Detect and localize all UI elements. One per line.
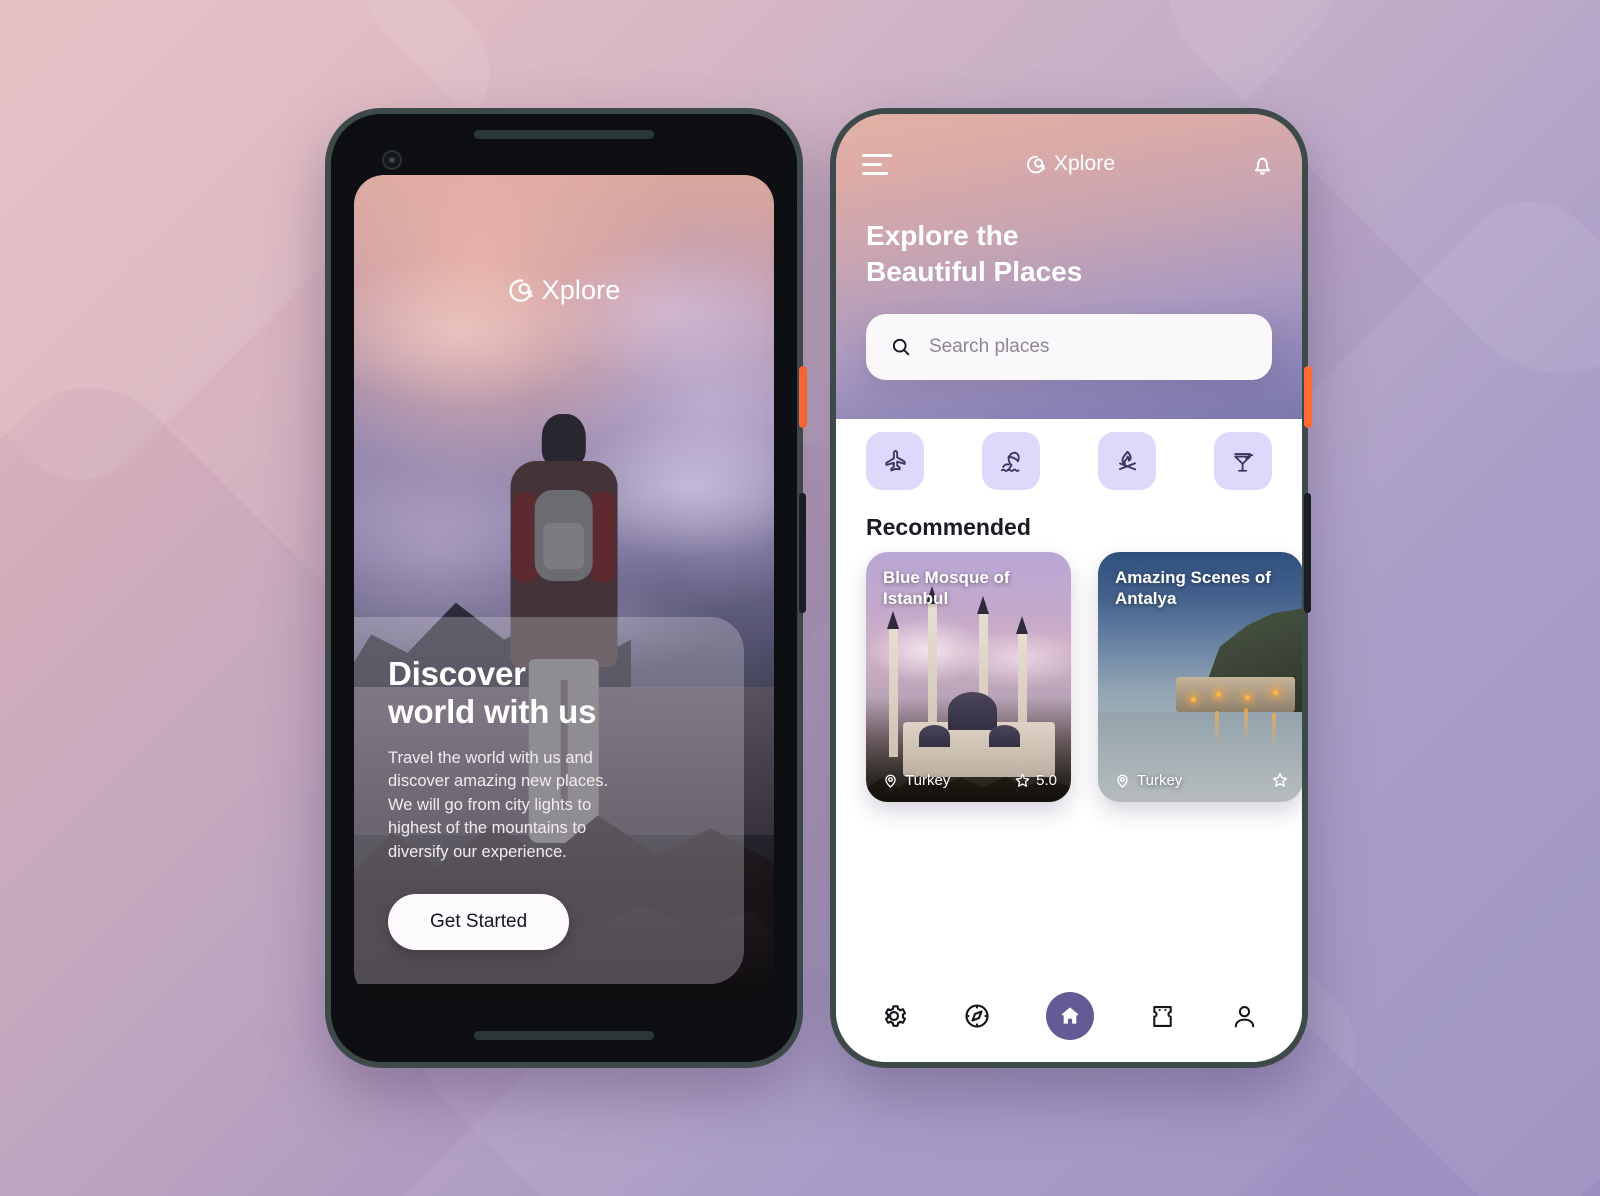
category-row	[866, 432, 1272, 490]
category-drinks[interactable]	[1214, 432, 1272, 490]
bottom-navigation	[836, 970, 1302, 1062]
phone-onboarding: Xplore Discover world with us Travel the…	[325, 108, 807, 1068]
recommended-cards: Blue Mosque of Istanbul Turkey 5.0 Amazi…	[866, 552, 1302, 802]
nav-profile[interactable]	[1230, 1002, 1259, 1031]
compass-icon	[962, 1001, 992, 1031]
section-title-recommended: Recommended	[866, 514, 1031, 540]
place-card-location: Turkey	[1114, 772, 1182, 789]
person-icon	[1230, 1002, 1259, 1031]
nav-tickets[interactable]	[1148, 1002, 1177, 1031]
page-title-line-1: Explore the	[866, 220, 1019, 251]
place-card-title: Amazing Scenes of Antalya	[1115, 568, 1271, 609]
app-logo-home: Xplore	[1026, 152, 1115, 176]
search-input[interactable]	[927, 335, 1248, 359]
category-beach[interactable]	[982, 432, 1040, 490]
earpiece-speaker	[474, 130, 654, 139]
nav-settings[interactable]	[879, 1001, 909, 1031]
place-card-rating-value: 5.0	[1036, 772, 1057, 789]
page-title-line-2: Beautiful Places	[866, 255, 1083, 287]
nav-explore[interactable]	[962, 1001, 992, 1031]
app-logo: Xplore	[354, 275, 774, 306]
home-icon	[1058, 1004, 1082, 1028]
cocktail-icon	[1230, 448, 1257, 475]
place-card-title: Blue Mosque of Istanbul	[883, 568, 1010, 609]
globe-search-icon	[508, 277, 535, 304]
category-camping[interactable]	[1098, 432, 1156, 490]
place-card-location: Turkey	[882, 772, 950, 789]
headline-line-2: world with us	[388, 692, 597, 730]
phone-home: Xplore Explore the Beautiful Places Sear…	[830, 108, 1312, 1068]
category-flights[interactable]	[866, 432, 924, 490]
notification-bell-icon[interactable]	[1249, 151, 1276, 178]
place-card-location-label: Turkey	[1137, 771, 1183, 789]
search-icon	[890, 336, 912, 358]
gear-icon	[879, 1001, 909, 1031]
screen-onboarding: Xplore Discover world with us Travel the…	[354, 175, 774, 1000]
logo-text: Xplore	[541, 275, 621, 305]
place-card[interactable]: Blue Mosque of Istanbul Turkey 5.0	[866, 552, 1071, 802]
nav-home[interactable]	[1045, 992, 1094, 1040]
screen-home: Xplore Explore the Beautiful Places Sear…	[836, 114, 1302, 1062]
volume-button[interactable]	[799, 493, 806, 613]
headline-line-1: Discover	[388, 655, 526, 692]
place-card-rating: 5.0	[1014, 772, 1057, 789]
campfire-icon	[1114, 448, 1141, 475]
page-title: Explore the Beautiful Places	[866, 218, 1082, 290]
onboarding-body-text: Travel the world with us and discover am…	[388, 748, 609, 861]
power-button-2[interactable]	[1304, 366, 1312, 428]
search-bar[interactable]	[866, 314, 1272, 380]
volume-button-2[interactable]	[1304, 493, 1311, 613]
onboarding-text-panel: Discover world with us Travel the world …	[354, 617, 744, 984]
get-started-button[interactable]: Get Started	[388, 893, 570, 950]
map-pin-icon	[1114, 772, 1131, 789]
ticket-icon	[1148, 1002, 1177, 1031]
logo-text-home: Xplore	[1053, 152, 1116, 175]
hamburger-menu-icon[interactable]	[862, 153, 892, 175]
place-card-location-label: Turkey	[905, 772, 951, 789]
star-icon	[1014, 772, 1031, 789]
power-button[interactable]	[799, 366, 807, 428]
place-card[interactable]: Amazing Scenes of Antalya Turkey	[1098, 552, 1302, 802]
bottom-speaker	[474, 1031, 654, 1040]
beach-umbrella-icon	[998, 448, 1025, 475]
globe-search-icon	[1026, 154, 1047, 175]
top-app-bar: Xplore	[836, 142, 1302, 186]
front-camera	[382, 150, 402, 170]
star-icon	[1271, 771, 1289, 789]
place-card-favorite-button[interactable]	[1271, 771, 1289, 789]
airplane-icon	[882, 448, 909, 475]
map-pin-icon	[882, 772, 899, 789]
